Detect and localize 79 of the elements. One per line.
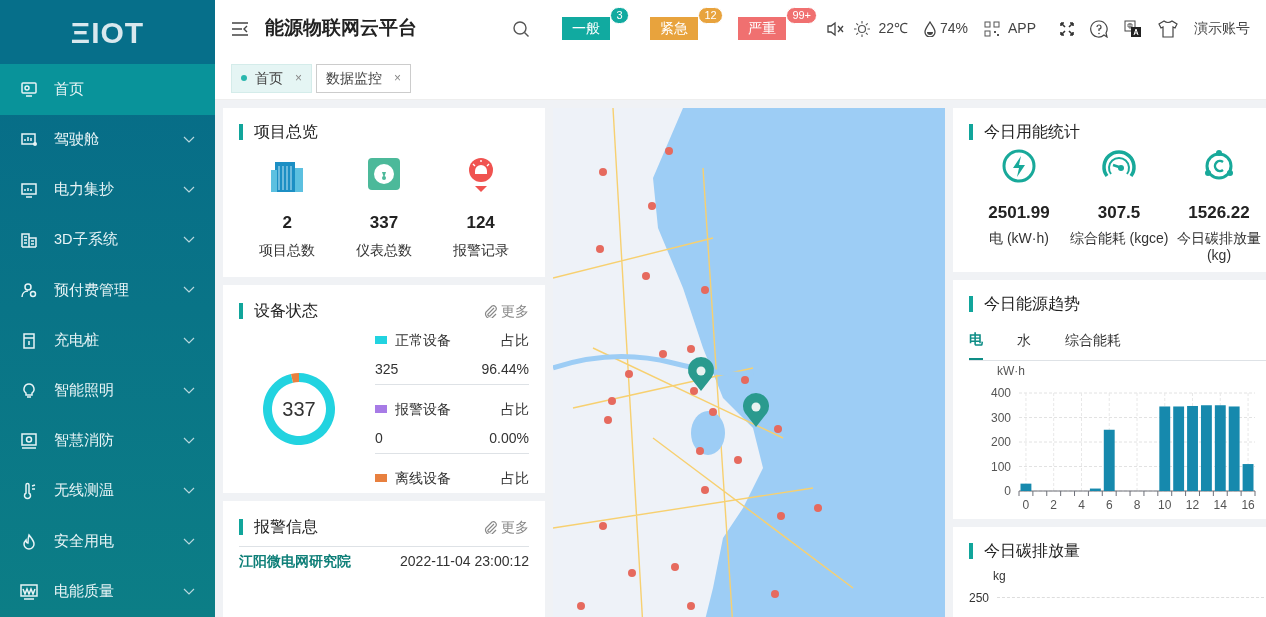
page-title: 能源物联网云平台 (265, 16, 417, 41)
page-tab[interactable]: 数据监控 × (316, 63, 412, 93)
sidebar-item[interactable]: 智慧消防 (0, 416, 215, 467)
legend-label: 正常设备 (395, 330, 452, 350)
stat-value: 2501.99 (988, 202, 1050, 224)
x-tick-label: 2 (1050, 497, 1058, 511)
x-tick-label: 8 (1133, 497, 1141, 511)
y-tick-label: 400 (990, 385, 1011, 400)
stat-value: 1526.22 (1188, 202, 1250, 224)
x-tick-label: 10 (1158, 497, 1172, 511)
close-icon[interactable]: × (394, 69, 402, 87)
stat-value: 337 (369, 212, 399, 234)
sidebar-item[interactable]: 充电桩 (0, 315, 215, 366)
legend-label: 报警设备 (395, 399, 452, 419)
chart-tab[interactable]: 水 (1017, 327, 1031, 360)
y-tick-label: 250 (969, 589, 990, 607)
sidebar-item[interactable]: 安全用电 (0, 516, 215, 567)
more-link[interactable]: 更多 (483, 516, 529, 538)
sidebar-item[interactable]: 无线测温 (0, 466, 215, 517)
stat-value: 2 (282, 212, 293, 234)
y-tick-label: 100 (990, 459, 1011, 473)
stat-label: 仪表总数 (356, 240, 412, 260)
ratio-label: 占比 (501, 330, 529, 350)
humidity-text: 74% (939, 19, 968, 38)
donut-total: 337 (282, 397, 316, 422)
sidebar-item[interactable]: 首页 (0, 64, 215, 115)
card-title: 今日用能统计 (969, 124, 1080, 140)
stat-label: 综合能耗 (kgce) (1069, 229, 1169, 247)
stat-label: 今日碳排放量 (kg) (1176, 229, 1262, 264)
alarm-level-button[interactable]: 一般 (562, 17, 611, 40)
device-percent: 0.00% (489, 428, 529, 448)
stat-value: 124 (466, 212, 495, 234)
stat-label: 项目总数 (259, 240, 316, 260)
sidebar-item[interactable]: 预付费管理 (0, 265, 215, 316)
count-badge: 3 (610, 7, 629, 24)
y-tick-label: 0 (1004, 483, 1011, 498)
close-icon[interactable]: × (295, 69, 302, 87)
card-title: 今日碳排放量 (969, 542, 1080, 559)
sidebar-item[interactable]: 3D子系统 (0, 215, 215, 266)
device-count: 0 (375, 428, 383, 448)
y-tick-label: 300 (990, 410, 1011, 424)
axis-unit: kW·h (997, 363, 1025, 378)
alarm-level-button[interactable]: 严重 (738, 17, 787, 40)
card-title: 项目总览 (239, 124, 318, 140)
count-badge: 99+ (786, 7, 818, 24)
temperature-text: 22℃ (878, 19, 908, 38)
sidebar-item[interactable]: 驾驶舱 (0, 114, 215, 165)
y-tick-label: 200 (990, 434, 1011, 449)
legend-label: 离线设备 (395, 468, 452, 488)
page-tab[interactable]: 首页 × (231, 63, 312, 93)
logo: ΞIOT (70, 14, 145, 51)
card-title: 设备状态 (239, 303, 318, 319)
card-title: 今日能源趋势 (969, 295, 1080, 312)
device-percent: 96.44% (481, 359, 529, 379)
card-title: 报警信息 (239, 519, 318, 535)
axis-unit: kg (993, 567, 1007, 585)
ratio-label: 占比 (501, 399, 529, 419)
device-count: 325 (375, 359, 399, 379)
alarm-time: 2022-11-04 23:00:12 (400, 551, 529, 571)
sidebar-item[interactable]: 电力集抄 (0, 164, 215, 216)
chart-tab[interactable]: 综合能耗 (1065, 327, 1121, 360)
account-menu[interactable]: 演示账号 (1194, 18, 1250, 39)
sidebar-item[interactable]: 电能质量 (0, 566, 215, 617)
x-tick-label: 16 (1241, 497, 1255, 511)
alarm-site-link[interactable]: 江阳微电网研究院 (239, 550, 351, 572)
x-tick-label: 0 (1022, 497, 1030, 511)
more-link[interactable]: 更多 (483, 300, 529, 322)
chart-tab[interactable]: 电 (969, 327, 983, 360)
stat-label: 报警记录 (452, 240, 509, 260)
x-tick-label: 12 (1185, 497, 1200, 511)
x-tick-label: 4 (1078, 497, 1085, 511)
x-tick-label: 6 (1105, 497, 1113, 511)
x-tick-label: 14 (1213, 497, 1227, 511)
stat-label: 电 (kW·h) (989, 229, 1049, 247)
sidebar-item[interactable]: 智能照明 (0, 365, 215, 416)
count-badge: 12 (698, 7, 723, 24)
ratio-label: 占比 (501, 468, 529, 488)
app-link[interactable]: APP (984, 18, 1036, 39)
stat-value: 307.5 (1097, 202, 1141, 224)
